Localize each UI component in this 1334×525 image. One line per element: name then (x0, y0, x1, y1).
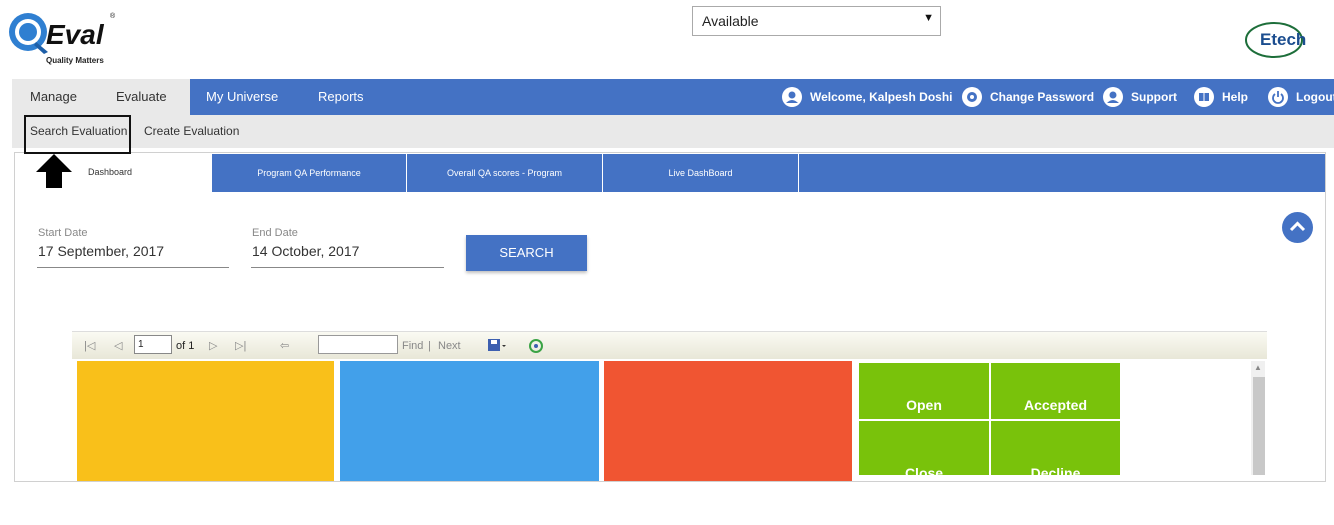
sub-nav: Search Evaluation Create Evaluation (12, 115, 1334, 148)
welcome-label: Welcome, Kalpesh Doshi (810, 90, 953, 104)
nav-item-reports[interactable]: Reports (318, 79, 364, 115)
main-nav: Manage Evaluate My Universe Reports Welc… (12, 79, 1334, 115)
power-icon (1268, 87, 1288, 107)
next-link[interactable]: Next (438, 332, 461, 360)
arrow-up-icon (34, 152, 74, 190)
page-count: of 1 (176, 340, 195, 352)
start-date-label: Start Date (38, 227, 88, 239)
support-label: Support (1131, 90, 1177, 104)
refresh-icon[interactable] (528, 332, 544, 360)
tab-program-qa-performance[interactable]: Program QA Performance (212, 154, 407, 192)
end-date-underline (251, 267, 444, 268)
tile-red (604, 361, 852, 481)
help-label: Help (1222, 90, 1249, 104)
logo-tagline: Quality Matters (46, 56, 104, 65)
collapse-button[interactable] (1282, 212, 1313, 243)
last-page-icon[interactable]: ▷| (235, 332, 246, 360)
logout-label: Logout (1296, 90, 1334, 104)
status-decline[interactable]: Decline (991, 421, 1120, 481)
welcome-user[interactable]: Welcome, Kalpesh Doshi (782, 79, 952, 115)
status-close[interactable]: Close (859, 421, 989, 481)
svg-text:®: ® (110, 12, 116, 20)
support-link[interactable]: Support (1103, 79, 1177, 115)
chevron-down-icon: ▼ (923, 12, 934, 24)
availability-select[interactable]: Available ▼ (692, 6, 941, 36)
scroll-up-icon[interactable]: ▲ (1251, 361, 1265, 375)
logout-link[interactable]: Logout (1268, 79, 1334, 115)
chevron-up-icon (1289, 221, 1306, 232)
user-icon (782, 87, 802, 107)
page-number-input[interactable]: 1 (134, 335, 172, 354)
search-button[interactable]: SEARCH (466, 235, 587, 271)
find-input[interactable] (318, 335, 398, 354)
start-date-underline (37, 267, 229, 268)
change-password-link[interactable]: Change Password (962, 79, 1094, 115)
help-link[interactable]: Help (1194, 79, 1248, 115)
svg-text:Eval: Eval (46, 19, 105, 50)
change-password-label: Change Password (990, 90, 1095, 104)
nav-item-evaluate[interactable]: Evaluate (116, 79, 167, 115)
find-link[interactable]: Find (402, 332, 423, 360)
start-date-input[interactable]: 17 September, 2017 (38, 243, 164, 259)
nav-item-my-universe[interactable]: My Universe (206, 79, 278, 115)
tab-overall-qa-scores[interactable]: Overall QA scores - Program (407, 154, 603, 192)
support-icon (1103, 87, 1123, 107)
tile-yellow (77, 361, 334, 481)
find-separator: | (428, 340, 431, 352)
report-tabs: Program QA Performance Overall QA scores… (212, 154, 1325, 192)
tab-live-dashboard[interactable]: Live DashBoard (603, 154, 799, 192)
etech-logo: Etech (1244, 16, 1310, 60)
etech-logo-text: Etech (1260, 30, 1306, 49)
first-page-icon[interactable]: |◁ (84, 332, 95, 360)
subnav-create-evaluation[interactable]: Create Evaluation (144, 115, 239, 148)
end-date-label: End Date (252, 227, 298, 239)
nav-item-manage[interactable]: Manage (30, 79, 77, 115)
availability-value: Available (702, 13, 759, 29)
back-icon[interactable]: ⇦ (280, 332, 289, 360)
end-date-input[interactable]: 14 October, 2017 (252, 243, 359, 259)
tile-blue (340, 361, 599, 481)
prev-page-icon[interactable]: ◁ (114, 332, 122, 360)
export-icon[interactable] (486, 332, 508, 360)
status-accepted[interactable]: Accepted (991, 363, 1120, 419)
gear-icon (962, 87, 982, 107)
next-page-icon[interactable]: ▷ (209, 332, 217, 360)
status-open[interactable]: Open (859, 363, 989, 419)
highlight-box (24, 115, 131, 154)
report-toolbar: |◁ ◁ of 1 ▷ ▷| ⇦ Find | Next (72, 331, 1267, 359)
book-icon (1194, 87, 1214, 107)
scroll-thumb[interactable] (1253, 377, 1265, 475)
